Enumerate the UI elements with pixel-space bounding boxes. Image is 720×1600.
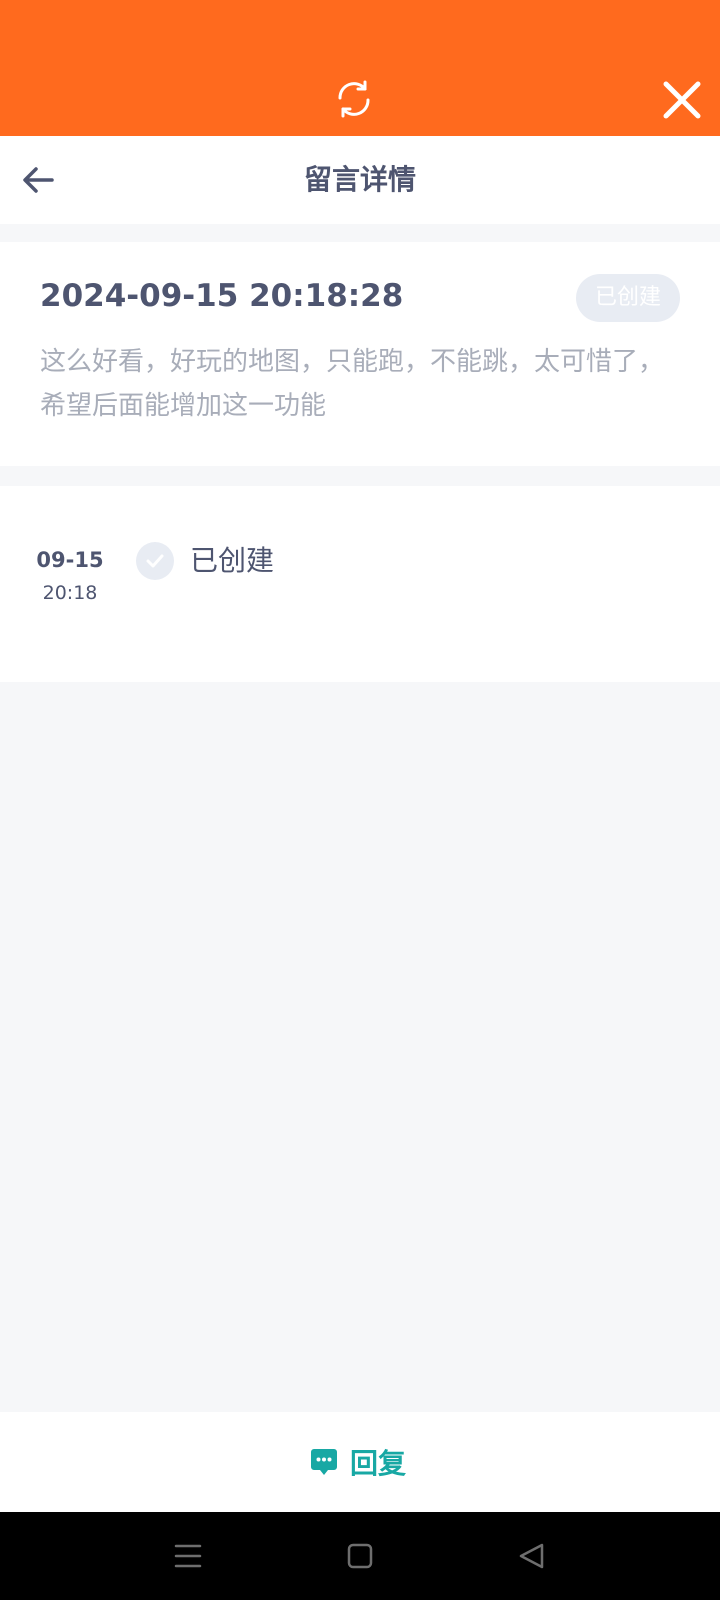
bottom-bar: 回复 bbox=[0, 1412, 720, 1512]
back-triangle-icon[interactable] bbox=[516, 1540, 548, 1572]
back-arrow-icon[interactable] bbox=[20, 160, 60, 200]
home-icon[interactable] bbox=[344, 1540, 376, 1572]
timeline-card: 09-15 20:18 已创建 bbox=[0, 486, 720, 682]
timeline-status-label: 已创建 bbox=[190, 544, 275, 577]
menu-icon[interactable] bbox=[172, 1540, 204, 1572]
close-icon[interactable] bbox=[660, 78, 704, 122]
timeline-date: 09-15 bbox=[36, 548, 104, 572]
message-card: 2024-09-15 20:18:28 已创建 这么好看，好玩的地图，只能跑，不… bbox=[0, 242, 720, 466]
message-time: 2024-09-15 20:18:28 bbox=[40, 278, 404, 314]
refresh-icon[interactable] bbox=[331, 76, 377, 122]
chat-bubble-icon bbox=[310, 1447, 338, 1477]
top-bar bbox=[0, 0, 720, 136]
page-header: 留言详情 bbox=[0, 136, 720, 224]
system-nav-bar bbox=[0, 1512, 720, 1600]
check-icon bbox=[136, 542, 174, 580]
page-title: 留言详情 bbox=[303, 163, 416, 196]
timeline-time: 20:18 bbox=[42, 582, 98, 604]
status-badge: 已创建 bbox=[576, 274, 680, 322]
message-content: 这么好看，好玩的地图，只能跑，不能跳，太可惜了，希望后面能增加这一功能 bbox=[40, 347, 665, 421]
reply-button[interactable]: 回复 bbox=[310, 1436, 406, 1488]
reply-label: 回复 bbox=[350, 1447, 407, 1480]
